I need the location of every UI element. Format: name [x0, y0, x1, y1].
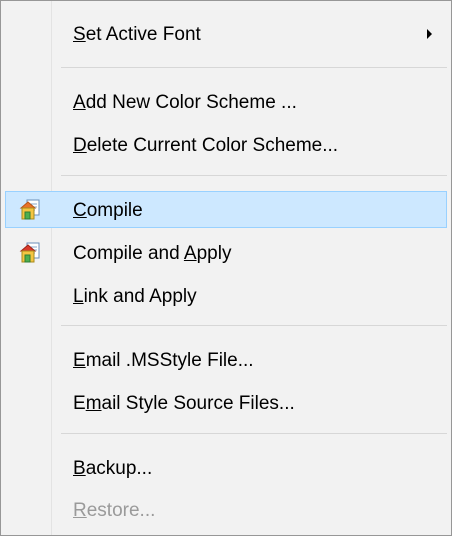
- menu-item-label: Compile: [73, 200, 143, 221]
- menu-item-label: Delete Current Color Scheme...: [73, 135, 339, 156]
- menu-separator: [61, 433, 447, 434]
- compile-icon: [19, 199, 40, 220]
- menu-item-compile[interactable]: Compile: [5, 191, 447, 228]
- menu-item-set-active-font[interactable]: Set Active Font: [5, 15, 447, 52]
- menu-item-label: Link and Apply: [73, 286, 197, 307]
- menu-item-delete-current-color-scheme[interactable]: Delete Current Color Scheme...: [5, 126, 447, 163]
- menu-separator: [61, 325, 447, 326]
- menu-item-backup[interactable]: Backup...: [5, 449, 447, 486]
- menu-item-restore[interactable]: Restore...: [5, 491, 447, 528]
- menu-item-label: Set Active Font: [73, 24, 201, 45]
- menu-item-label: Backup...: [73, 458, 153, 479]
- compile-apply-icon: [19, 242, 40, 263]
- submenu-arrow-icon: [427, 29, 432, 39]
- menu-item-email-msstyle-file[interactable]: Email .MSStyle File...: [5, 341, 447, 378]
- menu-item-label: Compile and Apply: [73, 243, 232, 264]
- menu-item-label: Email .MSStyle File...: [73, 350, 254, 371]
- menu-item-label: Add New Color Scheme ...: [73, 92, 297, 113]
- menu-item-label: Email Style Source Files...: [73, 393, 295, 414]
- menu-separator: [61, 67, 447, 68]
- context-menu: Set Active Font Add New Color Scheme ...…: [0, 0, 452, 536]
- menu-item-label: Restore...: [73, 500, 156, 521]
- menu-item-link-and-apply[interactable]: Link and Apply: [5, 277, 447, 314]
- menu-item-email-style-source-files[interactable]: Email Style Source Files...: [5, 384, 447, 421]
- menu-item-compile-and-apply[interactable]: Compile and Apply: [5, 234, 447, 271]
- menu-separator: [61, 175, 447, 176]
- menu-item-add-new-color-scheme[interactable]: Add New Color Scheme ...: [5, 83, 447, 120]
